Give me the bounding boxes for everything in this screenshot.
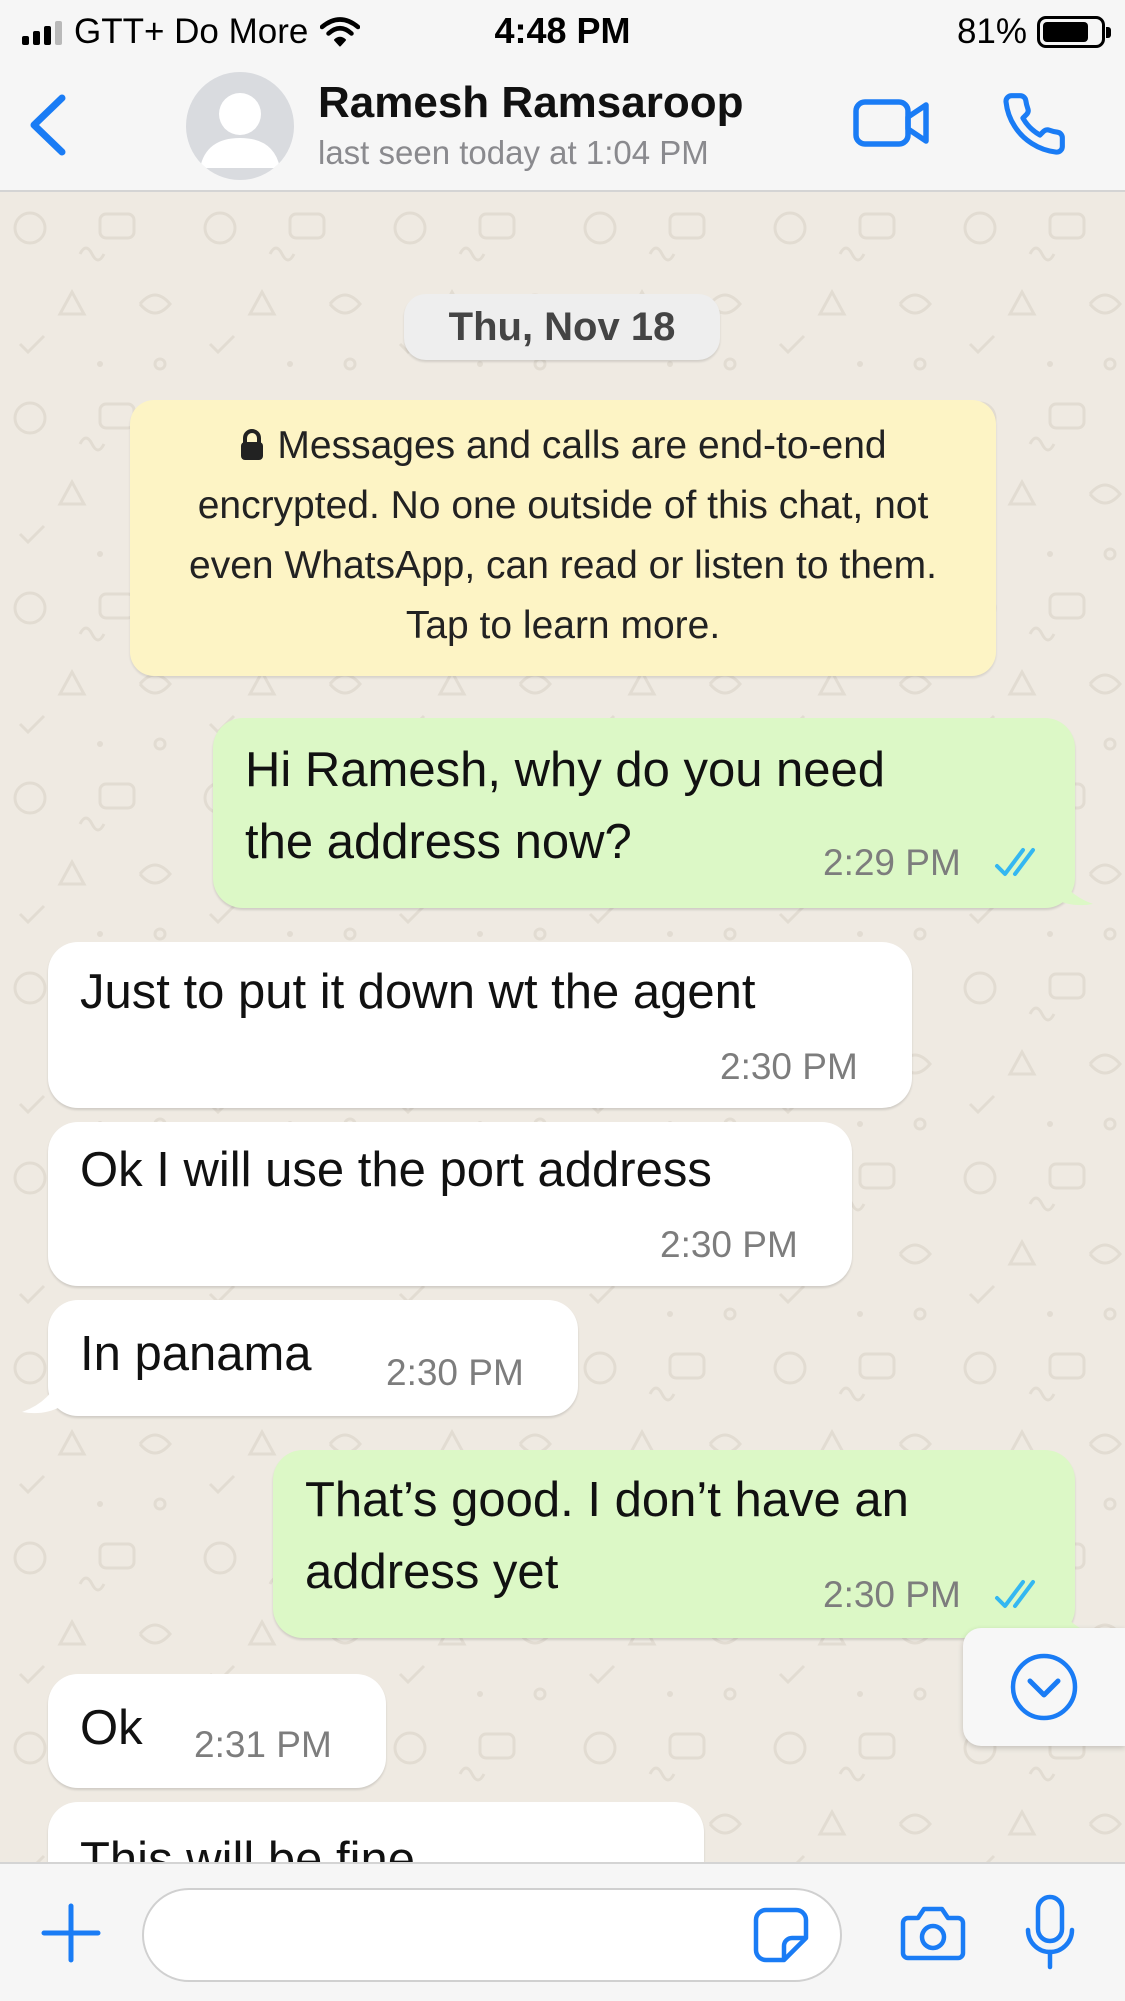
message-time: 2:31 PM — [194, 1724, 332, 1765]
message-bubble-incoming[interactable]: Ok 2:31 PM — [48, 1674, 386, 1788]
read-receipt-icon — [995, 1580, 1035, 1608]
message-time: 2:29 PM — [823, 842, 961, 883]
message-text: This will be fine — [80, 1833, 415, 1862]
bubble-tail — [22, 1366, 62, 1414]
contact-name[interactable]: Ramesh Ramsaroop — [318, 78, 743, 128]
encryption-notice-text: Messages and calls are end-to-end encryp… — [189, 424, 937, 647]
microphone-icon — [1025, 1894, 1075, 1970]
message-text: In panama — [80, 1327, 312, 1381]
sticker-icon — [753, 1907, 809, 1963]
message-time: 2:30 PM — [660, 1224, 798, 1265]
camera-button[interactable] — [900, 1904, 966, 1962]
phone-icon — [1003, 93, 1065, 155]
message-bubble-incoming[interactable]: In panama 2:30 PM — [22, 1300, 578, 1416]
message-bubble-outgoing[interactable]: That’s good. I don’t have an address yet… — [273, 1450, 1093, 1638]
status-right: 81% — [956, 12, 1111, 52]
encryption-notice[interactable]: Messages and calls are end-to-end encryp… — [130, 400, 996, 676]
voice-call-button[interactable] — [1000, 90, 1068, 158]
video-camera-icon — [853, 99, 929, 147]
chevron-down-icon — [1010, 1653, 1078, 1721]
voice-message-button[interactable] — [1024, 1894, 1076, 1972]
lock-icon — [241, 429, 264, 460]
avatar[interactable] — [186, 72, 294, 180]
sticker-button[interactable] — [752, 1906, 810, 1964]
message-text: the address now? — [245, 815, 632, 869]
avatar-placeholder-icon — [200, 93, 280, 168]
message-text: Just to put it down wt the agent — [80, 965, 756, 1019]
message-list[interactable]: Thu, Nov 18 Messages and calls are end-t… — [0, 194, 1125, 1862]
scroll-to-bottom-button[interactable] — [963, 1628, 1125, 1746]
status-bar: GTT+ Do More 4:48 PM 81% — [0, 0, 1125, 62]
attach-button[interactable] — [38, 1900, 104, 1966]
plus-icon — [41, 1903, 101, 1963]
last-seen-status: last seen today at 1:04 PM — [318, 134, 709, 171]
message-bubble-incoming[interactable]: Just to put it down wt the agent 2:30 PM — [48, 942, 912, 1108]
message-text: Ok I will use the port address — [80, 1143, 712, 1197]
message-time: 2:30 PM — [823, 1574, 961, 1615]
message-text: Ok — [80, 1701, 143, 1755]
battery-icon — [1037, 16, 1111, 48]
message-text: That’s good. I don’t have an — [305, 1473, 909, 1527]
message-time: 2:30 PM — [386, 1352, 524, 1393]
message-input[interactable] — [142, 1888, 842, 1982]
battery-percent: 81% — [956, 12, 1027, 51]
date-separator: Thu, Nov 18 — [404, 294, 720, 360]
chat-header: Ramesh Ramsaroop last seen today at 1:04… — [0, 62, 1125, 192]
message-bubble-incoming[interactable]: This will be fine — [48, 1802, 704, 1862]
back-button[interactable] — [24, 92, 74, 158]
read-receipt-icon — [995, 848, 1035, 876]
message-bubble-incoming[interactable]: Ok I will use the port address 2:30 PM — [48, 1122, 852, 1286]
composer-bar — [0, 1862, 1125, 2001]
camera-icon — [900, 1906, 966, 1961]
message-time: 2:30 PM — [720, 1046, 858, 1087]
message-text: address yet — [305, 1545, 559, 1599]
back-chevron-icon — [30, 94, 66, 156]
video-call-button[interactable] — [852, 92, 932, 154]
message-bubble-outgoing[interactable]: Hi Ramesh, why do you need the address n… — [213, 718, 1093, 908]
bubble-tail — [1053, 858, 1093, 906]
message-text: Hi Ramesh, why do you need — [245, 743, 886, 797]
